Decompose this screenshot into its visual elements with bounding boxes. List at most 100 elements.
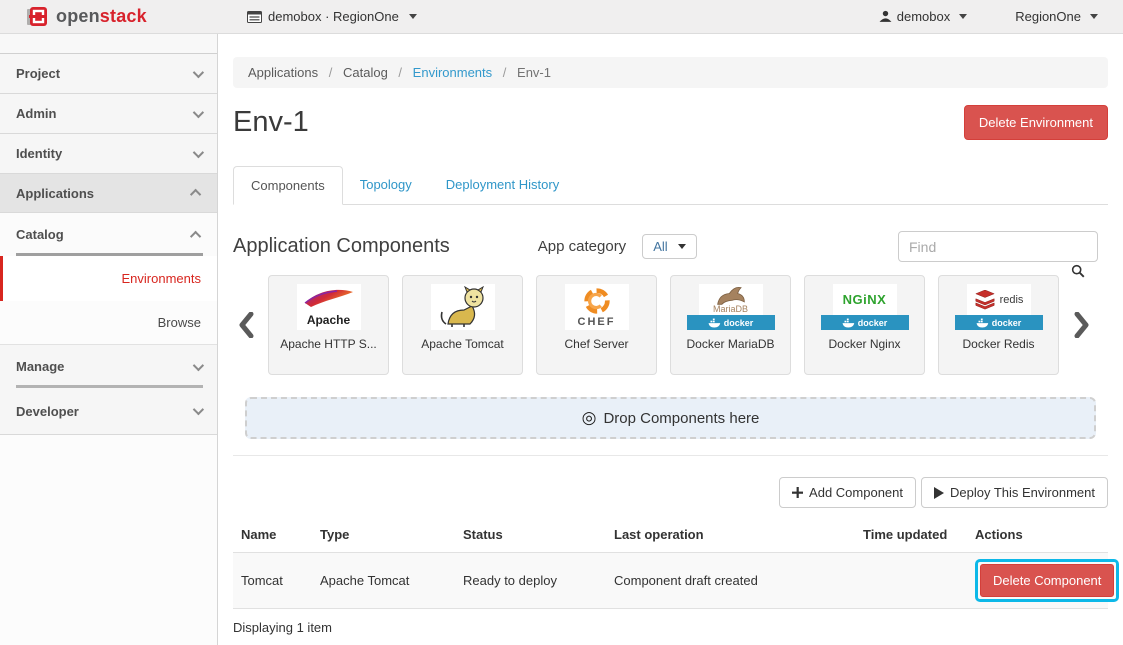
component-last-operation-cell: Component draft created bbox=[606, 553, 855, 609]
docker-whale-icon bbox=[708, 318, 721, 328]
drop-components-zone[interactable]: ◎ Drop Components here bbox=[245, 397, 1096, 439]
sidebar-item-label: Applications bbox=[16, 186, 94, 201]
deploy-environment-button[interactable]: Deploy This Environment bbox=[921, 477, 1108, 508]
chevron-down-icon bbox=[193, 404, 204, 415]
col-header-name: Name bbox=[233, 518, 312, 553]
sidebar-item-browse[interactable]: Browse bbox=[0, 301, 217, 344]
context-list-icon bbox=[247, 11, 262, 23]
sidebar-item-admin[interactable]: Admin bbox=[0, 94, 217, 134]
docker-whale-icon bbox=[976, 318, 989, 328]
main-content: Applications / Catalog / Environments / … bbox=[218, 34, 1123, 645]
plus-icon bbox=[792, 487, 803, 498]
chevron-down-icon bbox=[193, 146, 204, 157]
col-header-status: Status bbox=[455, 518, 606, 553]
breadcrumb-applications[interactable]: Applications bbox=[248, 65, 318, 80]
breadcrumb-environments-link[interactable]: Environments bbox=[413, 65, 492, 80]
sidebar-top-strip bbox=[0, 34, 217, 54]
sidebar-item-label: Admin bbox=[16, 106, 56, 121]
col-header-last-operation: Last operation bbox=[606, 518, 855, 553]
apache-logo-text: Apache bbox=[307, 313, 350, 327]
page-title: Env-1 bbox=[233, 106, 309, 139]
redis-logo-icon bbox=[974, 290, 996, 310]
component-card-label: Apache Tomcat bbox=[421, 337, 504, 351]
docker-whale-icon bbox=[842, 318, 855, 328]
col-header-time-updated: Time updated bbox=[855, 518, 967, 553]
chef-logo-text: CHEF bbox=[578, 316, 616, 328]
component-carousel: Apache Apache HTTP S... bbox=[233, 275, 1108, 375]
tab-deployment-history[interactable]: Deployment History bbox=[429, 166, 576, 205]
sidebar-item-label: Identity bbox=[16, 146, 62, 161]
user-icon bbox=[879, 10, 892, 23]
user-menu[interactable]: demobox bbox=[879, 9, 967, 24]
sidebar-item-manage[interactable]: Manage bbox=[0, 344, 217, 388]
section-heading: Application Components bbox=[233, 235, 450, 258]
docker-banner: docker bbox=[687, 315, 775, 330]
action-highlight-box: Delete Component bbox=[975, 559, 1119, 602]
target-icon: ◎ bbox=[582, 408, 597, 428]
delete-environment-button[interactable]: Delete Environment bbox=[964, 105, 1108, 140]
chevron-down-icon bbox=[193, 106, 204, 117]
component-type-cell: Apache Tomcat bbox=[312, 553, 455, 609]
breadcrumb-catalog[interactable]: Catalog bbox=[343, 65, 388, 80]
table-footer: Displaying 1 item bbox=[233, 620, 1108, 635]
mariadb-logo-text: MariaDB bbox=[713, 304, 748, 314]
col-header-type: Type bbox=[312, 518, 455, 553]
breadcrumb-separator: / bbox=[503, 65, 507, 80]
docker-banner: docker bbox=[821, 315, 909, 330]
chevron-right-icon bbox=[1074, 312, 1089, 338]
chevron-down-icon bbox=[409, 14, 417, 19]
sidebar-item-applications[interactable]: Applications bbox=[0, 174, 217, 213]
carousel-prev-button[interactable] bbox=[233, 312, 259, 338]
apache-feather-icon bbox=[303, 287, 355, 313]
component-card-docker-nginx[interactable]: NGiNX docker Docker Nginx bbox=[804, 275, 925, 375]
chef-logo-icon bbox=[582, 286, 612, 316]
sidebar-item-label: Catalog bbox=[16, 227, 64, 242]
region-menu[interactable]: RegionOne bbox=[1015, 9, 1098, 24]
openstack-logo[interactable]: openstack bbox=[25, 5, 147, 29]
chevron-up-icon bbox=[190, 189, 201, 200]
app-category-value: All bbox=[653, 239, 667, 254]
component-card-docker-mariadb[interactable]: MariaDB docker Docker MariaDB bbox=[670, 275, 791, 375]
divider bbox=[233, 455, 1108, 456]
component-card-docker-redis[interactable]: redis docker Docker Redis bbox=[938, 275, 1059, 375]
sidebar-item-developer[interactable]: Developer bbox=[0, 388, 217, 435]
play-icon bbox=[934, 487, 944, 499]
tomcat-cat-icon bbox=[438, 286, 488, 328]
deploy-environment-label: Deploy This Environment bbox=[950, 485, 1095, 500]
component-card-chef-server[interactable]: CHEF Chef Server bbox=[536, 275, 657, 375]
sidebar-item-environments[interactable]: Environments bbox=[0, 256, 217, 301]
component-card-apache-tomcat[interactable]: Apache Tomcat bbox=[402, 275, 523, 375]
add-component-label: Add Component bbox=[809, 485, 903, 500]
component-card-label: Docker Redis bbox=[962, 337, 1034, 351]
app-category-dropdown[interactable]: All bbox=[642, 234, 696, 259]
tab-components[interactable]: Components bbox=[233, 166, 343, 205]
breadcrumb-separator: / bbox=[398, 65, 402, 80]
docker-banner-text: docker bbox=[992, 318, 1022, 328]
logo-text-open: open bbox=[56, 6, 100, 26]
component-name-link[interactable]: Tomcat bbox=[233, 553, 312, 609]
sidebar-item-project[interactable]: Project bbox=[0, 54, 217, 94]
add-component-button[interactable]: Add Component bbox=[779, 477, 916, 508]
find-input[interactable] bbox=[898, 231, 1098, 262]
chevron-down-icon bbox=[1090, 14, 1098, 19]
components-table: Name Type Status Last operation Time upd… bbox=[233, 518, 1108, 609]
sidebar-item-label: Developer bbox=[16, 404, 79, 419]
sidebar: Project Admin Identity Applications Cata… bbox=[0, 34, 218, 645]
logo-text-stack: stack bbox=[100, 6, 147, 26]
tab-topology[interactable]: Topology bbox=[343, 166, 429, 205]
chevron-down-icon bbox=[193, 359, 204, 370]
component-card-apache-http[interactable]: Apache Apache HTTP S... bbox=[268, 275, 389, 375]
sidebar-item-identity[interactable]: Identity bbox=[0, 134, 217, 174]
carousel-next-button[interactable] bbox=[1068, 312, 1094, 338]
component-card-label: Chef Server bbox=[564, 337, 628, 351]
nginx-logo-text: NGiNX bbox=[843, 292, 887, 307]
top-navbar: openstack demobox · RegionOne demobox Re… bbox=[0, 0, 1123, 34]
redis-logo-text: redis bbox=[1000, 294, 1024, 306]
search-icon[interactable] bbox=[1071, 264, 1085, 278]
sidebar-item-label: Browse bbox=[158, 315, 201, 330]
chevron-down-icon bbox=[678, 244, 686, 249]
project-region-switcher[interactable]: demobox · RegionOne bbox=[247, 9, 417, 24]
delete-component-button[interactable]: Delete Component bbox=[980, 564, 1114, 597]
sidebar-item-catalog[interactable]: Catalog bbox=[0, 213, 217, 256]
user-menu-label: demobox bbox=[897, 9, 950, 24]
